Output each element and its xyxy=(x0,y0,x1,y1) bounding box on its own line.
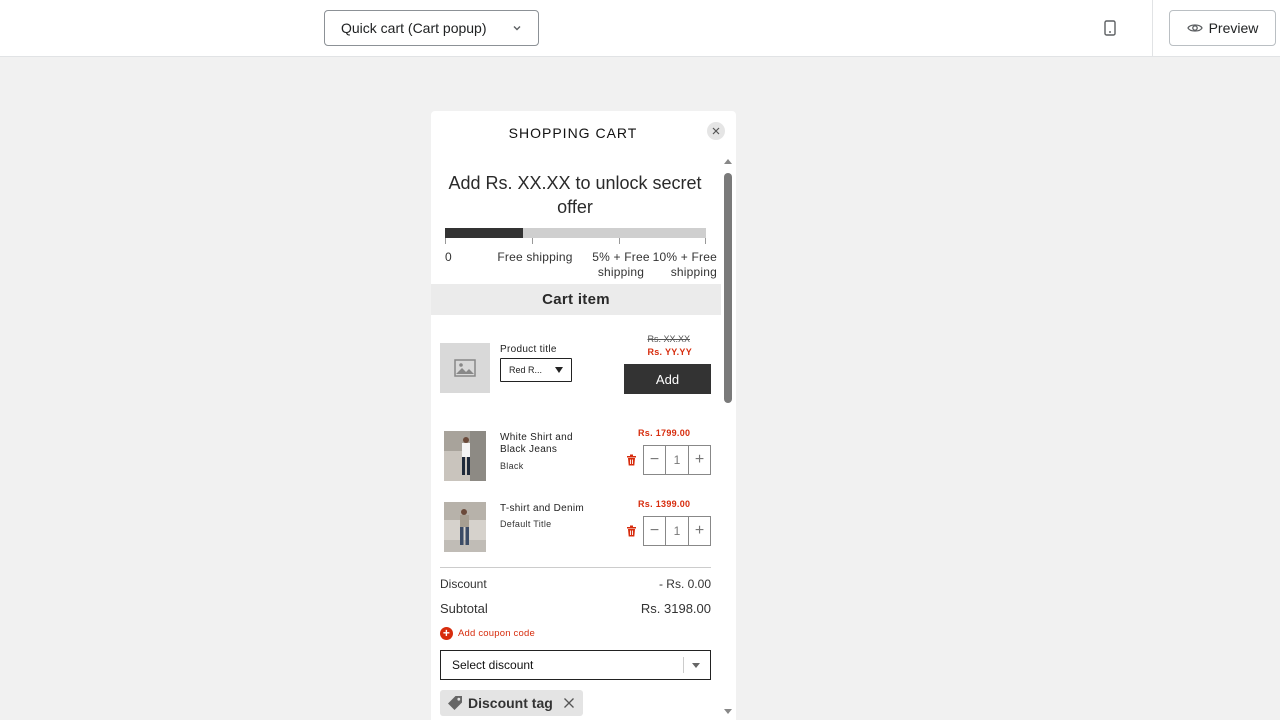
scrollbar[interactable] xyxy=(722,159,734,720)
milestone-label: 5% + Free shipping xyxy=(592,250,650,279)
trash-icon[interactable] xyxy=(626,454,637,466)
line-item-variant: Default Title xyxy=(500,519,552,529)
scroll-down-arrow-icon[interactable] xyxy=(724,709,732,714)
line-item-price: Rs. 1799.00 xyxy=(638,428,691,438)
quantity-stepper: − 1 + xyxy=(643,516,711,546)
line-item-title: White Shirt and Black Jeans xyxy=(500,432,573,455)
milestone-tick xyxy=(445,238,446,244)
select-separator xyxy=(683,657,684,673)
quantity-stepper: − 1 + xyxy=(643,445,711,475)
increase-quantity-button[interactable]: + xyxy=(688,517,710,545)
milestone-label: 0 xyxy=(445,250,452,264)
upsell-compare-price: Rs. XX.XX xyxy=(647,334,690,344)
discount-value: - Rs. 0.00 xyxy=(658,577,711,591)
product-photo-icon xyxy=(444,502,486,552)
discount-row: Discount - Rs. 0.00 xyxy=(440,577,711,591)
upsell-variant-select[interactable]: Red R... xyxy=(500,358,572,382)
offer-message: Add Rs. XX.XX to unlock secret offer xyxy=(448,173,702,217)
discount-select-value: Select discount xyxy=(452,658,534,672)
caret-down-icon xyxy=(692,662,700,668)
tag-icon xyxy=(448,696,462,710)
subtotal-label: Subtotal xyxy=(440,601,488,616)
milestone-tick xyxy=(532,238,533,244)
preview-label: Preview xyxy=(1208,20,1259,36)
milestone-tick xyxy=(619,238,620,244)
close-button[interactable] xyxy=(707,122,725,140)
quantity-value[interactable]: 1 xyxy=(666,446,688,474)
preview-button[interactable]: Preview xyxy=(1169,10,1276,46)
cart-item-section-title: Cart item xyxy=(431,284,721,315)
decrease-quantity-button[interactable]: − xyxy=(644,446,666,474)
discount-tag-chip: Discount tag xyxy=(440,690,583,716)
summary-divider xyxy=(440,567,711,568)
shopping-cart-popup: SHOPPING CART Add Rs. XX.XX to unlock se… xyxy=(431,111,736,720)
add-coupon-link[interactable]: + Add coupon code xyxy=(440,627,535,640)
add-coupon-label: Add coupon code xyxy=(458,628,535,639)
offer-progress-bar xyxy=(445,228,706,238)
subtotal-row: Subtotal Rs. 3198.00 xyxy=(440,601,711,616)
line-item-title: T-shirt and Denim xyxy=(500,503,585,514)
line-item-price: Rs. 1399.00 xyxy=(638,499,691,509)
subtotal-value: Rs. 3198.00 xyxy=(640,601,711,616)
trash-icon[interactable] xyxy=(626,525,637,537)
chevron-down-icon xyxy=(513,26,521,31)
scroll-up-arrow-icon[interactable] xyxy=(724,159,732,164)
close-icon xyxy=(712,127,720,135)
line-item-image xyxy=(444,502,486,552)
image-placeholder-icon xyxy=(454,359,476,377)
milestone-label: 10% + Free shipping xyxy=(652,250,717,279)
line-item-variant: Black xyxy=(500,461,524,471)
caret-down-icon xyxy=(555,367,563,373)
milestone-label: Free shipping xyxy=(497,250,573,264)
discount-select[interactable]: Select discount xyxy=(440,650,711,680)
discount-label: Discount xyxy=(440,577,487,591)
upsell-product-image xyxy=(440,343,490,393)
plus-circle-icon: + xyxy=(440,627,453,640)
discount-tag-label: Discount tag xyxy=(468,695,553,711)
cart-title: SHOPPING CART xyxy=(508,125,638,141)
toolbar-divider xyxy=(1152,0,1153,57)
upsell-price: Rs. YY.YY xyxy=(647,347,692,357)
product-photo-icon xyxy=(444,431,486,481)
quantity-value[interactable]: 1 xyxy=(666,517,688,545)
line-item-image xyxy=(444,431,486,481)
milestone-tick xyxy=(705,238,706,244)
increase-quantity-button[interactable]: + xyxy=(688,446,710,474)
decrease-quantity-button[interactable]: − xyxy=(644,517,666,545)
mobile-icon xyxy=(1104,20,1116,36)
mobile-device-toggle[interactable] xyxy=(1098,16,1122,40)
template-select-label: Quick cart (Cart popup) xyxy=(341,20,487,36)
eye-icon xyxy=(1186,24,1203,32)
top-toolbar: Quick cart (Cart popup) Preview xyxy=(0,0,1280,57)
upsell-variant-value: Red R... xyxy=(509,365,543,375)
remove-tag-icon[interactable] xyxy=(563,697,575,709)
progress-fill xyxy=(445,228,524,238)
upsell-product-title: Product title xyxy=(500,344,557,355)
upsell-add-button[interactable]: Add xyxy=(624,364,711,394)
scrollbar-thumb[interactable] xyxy=(724,173,732,403)
template-select[interactable]: Quick cart (Cart popup) xyxy=(324,10,539,46)
